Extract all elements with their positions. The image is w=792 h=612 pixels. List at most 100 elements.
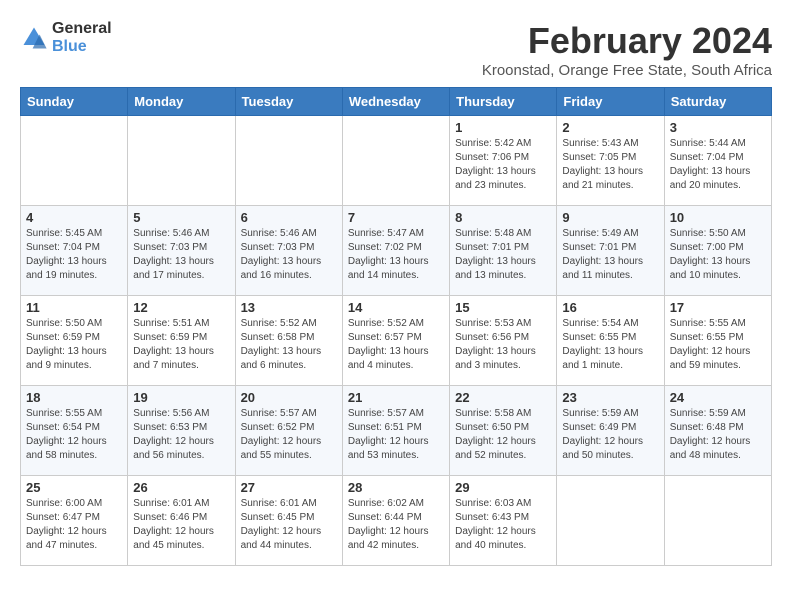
day-header-wednesday: Wednesday (342, 88, 449, 116)
cell-info: Sunrise: 5:44 AM Sunset: 7:04 PM Dayligh… (670, 137, 766, 193)
calendar-week-row: 25 Sunrise: 6:00 AM Sunset: 6:47 PM Dayli… (21, 476, 772, 566)
date-number: 28 (348, 480, 444, 495)
page-title: February 2024 (482, 20, 772, 62)
day-header-sunday: Sunday (21, 88, 128, 116)
calendar-table: SundayMondayTuesdayWednesdayThursdayFrid… (20, 87, 772, 566)
cell-info: Sunrise: 5:46 AM Sunset: 7:03 PM Dayligh… (241, 227, 337, 283)
date-number: 3 (670, 120, 766, 135)
cell-info: Sunrise: 5:52 AM Sunset: 6:57 PM Dayligh… (348, 317, 444, 373)
calendar-cell: 24Sunrise: 5:59 AM Sunset: 6:48 PM Dayli… (664, 386, 771, 476)
calendar-cell: 29 Sunrise: 6:03 AM Sunset: 6:43 PM Dayli… (450, 476, 557, 566)
date-number: 11 (26, 300, 122, 315)
calendar-cell: 1 Sunrise: 5:42 AM Sunset: 7:06 PM Daylig… (450, 116, 557, 206)
calendar-cell: 13Sunrise: 5:52 AM Sunset: 6:58 PM Dayli… (235, 296, 342, 386)
cell-info: Sunrise: 5:58 AM Sunset: 6:50 PM Dayligh… (455, 407, 551, 463)
cell-info: Sunrise: 6:03 AM Sunset: 6:43 PM Dayligh… (455, 497, 551, 553)
calendar-cell: 14 Sunrise: 5:52 AM Sunset: 6:57 PM Dayli… (342, 296, 449, 386)
logo-general: General (52, 20, 112, 38)
cell-info: Sunrise: 5:57 AM Sunset: 6:52 PM Dayligh… (241, 407, 337, 463)
date-number: 17 (670, 300, 766, 315)
calendar-cell: 15Sunrise: 5:53 AM Sunset: 6:56 PM Dayli… (450, 296, 557, 386)
cell-info: Sunrise: 6:00 AM Sunset: 6:47 PM Dayligh… (26, 497, 122, 553)
date-number: 10 (670, 210, 766, 225)
date-number: 14 (348, 300, 444, 315)
calendar-cell: 20 Sunrise: 5:57 AM Sunset: 6:52 PM Dayli… (235, 386, 342, 476)
day-header-thursday: Thursday (450, 88, 557, 116)
cell-info: Sunrise: 5:45 AM Sunset: 7:04 PM Dayligh… (26, 227, 122, 283)
calendar-header-row: SundayMondayTuesdayWednesdayThursdayFrid… (21, 88, 772, 116)
calendar-cell: 25 Sunrise: 6:00 AM Sunset: 6:47 PM Dayli… (21, 476, 128, 566)
cell-info: Sunrise: 5:46 AM Sunset: 7:03 PM Dayligh… (133, 227, 229, 283)
date-number: 21 (348, 390, 444, 405)
calendar-cell: 3 Sunrise: 5:44 AM Sunset: 7:04 PM Daylig… (664, 116, 771, 206)
cell-info: Sunrise: 5:42 AM Sunset: 7:06 PM Dayligh… (455, 137, 551, 193)
calendar-cell (342, 116, 449, 206)
calendar-cell: 11 Sunrise: 5:50 AM Sunset: 6:59 PM Dayli… (21, 296, 128, 386)
date-number: 22 (455, 390, 551, 405)
calendar-cell: 26 Sunrise: 6:01 AM Sunset: 6:46 PM Dayli… (128, 476, 235, 566)
calendar-cell: 7 Sunrise: 5:47 AM Sunset: 7:02 PM Daylig… (342, 206, 449, 296)
date-number: 5 (133, 210, 229, 225)
calendar-cell (235, 116, 342, 206)
calendar-week-row: 11 Sunrise: 5:50 AM Sunset: 6:59 PM Dayli… (21, 296, 772, 386)
calendar-cell: 16 Sunrise: 5:54 AM Sunset: 6:55 PM Dayli… (557, 296, 664, 386)
calendar-cell: 19Sunrise: 5:56 AM Sunset: 6:53 PM Dayli… (128, 386, 235, 476)
cell-info: Sunrise: 5:43 AM Sunset: 7:05 PM Dayligh… (562, 137, 658, 193)
cell-info: Sunrise: 5:59 AM Sunset: 6:48 PM Dayligh… (670, 407, 766, 463)
date-number: 8 (455, 210, 551, 225)
cell-info: Sunrise: 5:52 AM Sunset: 6:58 PM Dayligh… (241, 317, 337, 373)
cell-info: Sunrise: 5:50 AM Sunset: 6:59 PM Dayligh… (26, 317, 122, 373)
calendar-cell (21, 116, 128, 206)
logo-text: General Blue (52, 20, 112, 55)
page-subtitle: Kroonstad, Orange Free State, South Afri… (482, 62, 772, 79)
calendar-cell (664, 476, 771, 566)
cell-info: Sunrise: 5:59 AM Sunset: 6:49 PM Dayligh… (562, 407, 658, 463)
cell-info: Sunrise: 6:01 AM Sunset: 6:45 PM Dayligh… (241, 497, 337, 553)
date-number: 27 (241, 480, 337, 495)
date-number: 1 (455, 120, 551, 135)
calendar-cell: 9 Sunrise: 5:49 AM Sunset: 7:01 PM Daylig… (557, 206, 664, 296)
cell-info: Sunrise: 5:54 AM Sunset: 6:55 PM Dayligh… (562, 317, 658, 373)
date-number: 23 (562, 390, 658, 405)
date-number: 25 (26, 480, 122, 495)
calendar-cell: 28Sunrise: 6:02 AM Sunset: 6:44 PM Dayli… (342, 476, 449, 566)
calendar-cell (128, 116, 235, 206)
calendar-cell: 8Sunrise: 5:48 AM Sunset: 7:01 PM Daylig… (450, 206, 557, 296)
date-number: 20 (241, 390, 337, 405)
cell-info: Sunrise: 5:50 AM Sunset: 7:00 PM Dayligh… (670, 227, 766, 283)
calendar-cell (557, 476, 664, 566)
cell-info: Sunrise: 5:57 AM Sunset: 6:51 PM Dayligh… (348, 407, 444, 463)
date-number: 29 (455, 480, 551, 495)
date-number: 16 (562, 300, 658, 315)
day-header-friday: Friday (557, 88, 664, 116)
day-header-saturday: Saturday (664, 88, 771, 116)
date-number: 26 (133, 480, 229, 495)
date-number: 2 (562, 120, 658, 135)
title-area: February 2024 Kroonstad, Orange Free Sta… (482, 20, 772, 79)
date-number: 9 (562, 210, 658, 225)
cell-info: Sunrise: 6:01 AM Sunset: 6:46 PM Dayligh… (133, 497, 229, 553)
cell-info: Sunrise: 5:56 AM Sunset: 6:53 PM Dayligh… (133, 407, 229, 463)
date-number: 12 (133, 300, 229, 315)
calendar-cell: 2 Sunrise: 5:43 AM Sunset: 7:05 PM Daylig… (557, 116, 664, 206)
cell-info: Sunrise: 5:47 AM Sunset: 7:02 PM Dayligh… (348, 227, 444, 283)
calendar-cell: 22 Sunrise: 5:58 AM Sunset: 6:50 PM Dayli… (450, 386, 557, 476)
day-header-tuesday: Tuesday (235, 88, 342, 116)
page-header: General Blue February 2024 Kroonstad, Or… (20, 20, 772, 79)
calendar-week-row: 4 Sunrise: 5:45 AM Sunset: 7:04 PM Daylig… (21, 206, 772, 296)
logo: General Blue (20, 20, 112, 55)
cell-info: Sunrise: 5:55 AM Sunset: 6:54 PM Dayligh… (26, 407, 122, 463)
calendar-week-row: 1 Sunrise: 5:42 AM Sunset: 7:06 PM Daylig… (21, 116, 772, 206)
day-header-monday: Monday (128, 88, 235, 116)
date-number: 7 (348, 210, 444, 225)
cell-info: Sunrise: 5:49 AM Sunset: 7:01 PM Dayligh… (562, 227, 658, 283)
cell-info: Sunrise: 5:53 AM Sunset: 6:56 PM Dayligh… (455, 317, 551, 373)
cell-info: Sunrise: 5:51 AM Sunset: 6:59 PM Dayligh… (133, 317, 229, 373)
logo-icon (20, 24, 48, 52)
calendar-cell: 18Sunrise: 5:55 AM Sunset: 6:54 PM Dayli… (21, 386, 128, 476)
calendar-cell: 27 Sunrise: 6:01 AM Sunset: 6:45 PM Dayli… (235, 476, 342, 566)
calendar-cell: 12 Sunrise: 5:51 AM Sunset: 6:59 PM Dayli… (128, 296, 235, 386)
date-number: 4 (26, 210, 122, 225)
logo-blue: Blue (52, 38, 112, 56)
calendar-cell: 21 Sunrise: 5:57 AM Sunset: 6:51 PM Dayli… (342, 386, 449, 476)
